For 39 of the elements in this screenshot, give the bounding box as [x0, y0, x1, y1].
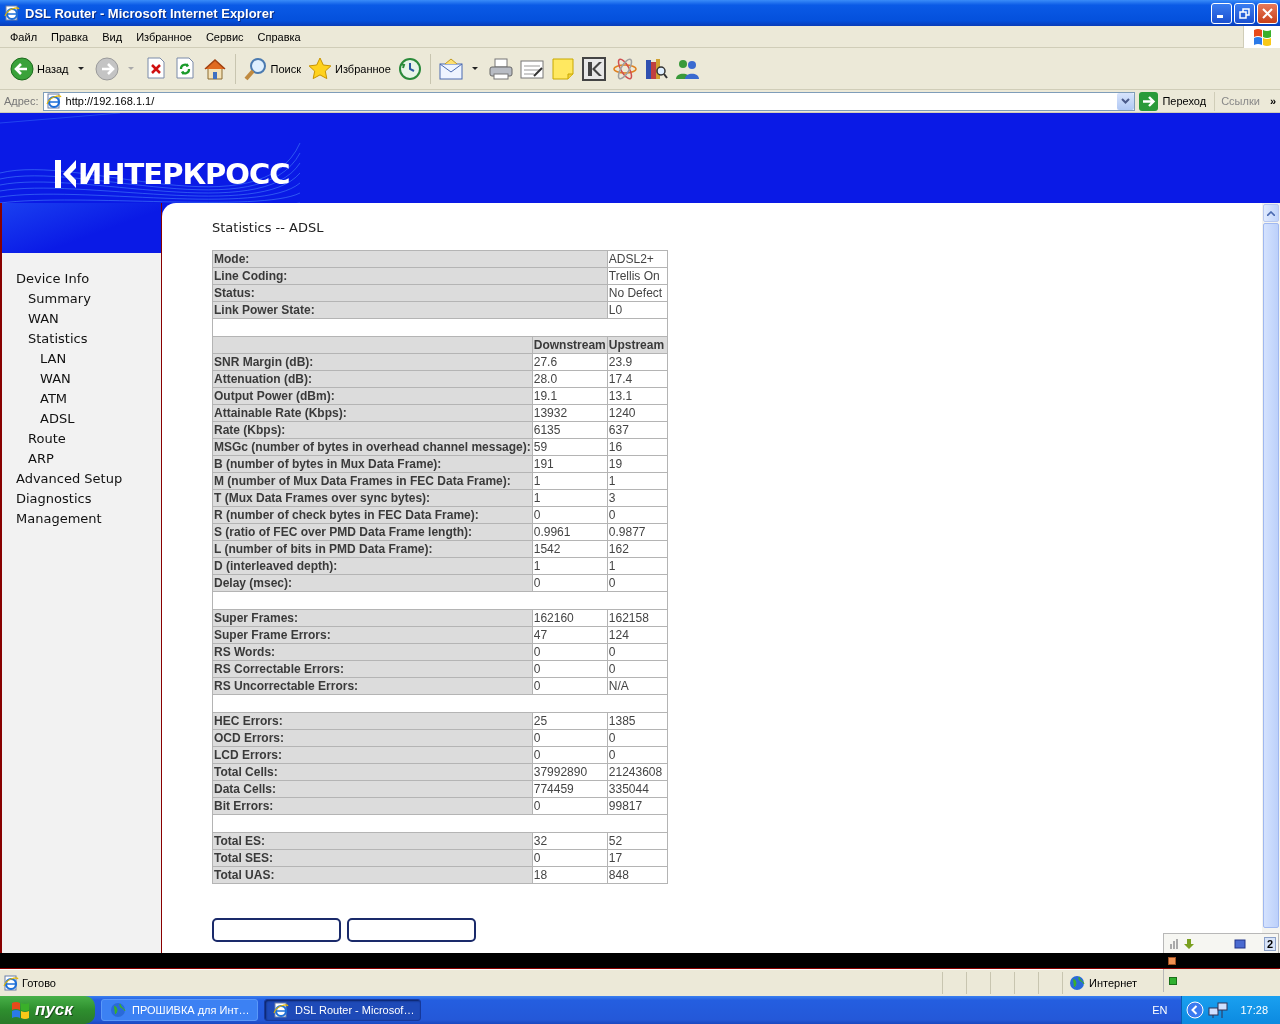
nav-link[interactable]: Diagnostics [16, 489, 92, 509]
address-field[interactable]: http://192.168.1.1/ [42, 91, 1136, 111]
search-button[interactable]: Поиск [241, 54, 303, 83]
logo-text: ИНТЕРКРОСС [78, 157, 290, 191]
menu-item[interactable]: Справка [250, 28, 308, 45]
nav-link[interactable]: Advanced Setup [16, 469, 123, 489]
status-text: Готово [22, 977, 57, 989]
nav-link[interactable]: WAN [28, 309, 59, 329]
nav-link[interactable]: Device Info [16, 269, 90, 289]
clock: 17:28 [1240, 1004, 1268, 1016]
zone-label: Интернет [1089, 977, 1137, 989]
nav-link[interactable]: WAN [40, 369, 71, 389]
start-button[interactable]: пуск [0, 996, 95, 1024]
count-badge: 2 [1263, 936, 1276, 951]
taskbar-button[interactable]: DSL Router - Microsof… [264, 999, 421, 1021]
menu-item[interactable]: Вид [95, 28, 130, 45]
back-button[interactable]: Назад [8, 54, 71, 83]
page-title: Statistics -- ADSL [212, 220, 325, 236]
favorites-button[interactable]: Избранное [306, 54, 393, 83]
taskbar-button[interactable]: ПРОШИВКА для Инт… [101, 999, 258, 1021]
nav-link[interactable]: Route [28, 429, 66, 449]
language-indicator[interactable]: EN [1152, 1004, 1168, 1016]
nav-link[interactable]: ARP [28, 449, 54, 469]
nav-link[interactable]: Summary [28, 289, 91, 309]
window-title: DSL Router - Microsoft Internet Explorer [25, 5, 275, 21]
address-label: Адрес: [4, 95, 39, 107]
menu-item[interactable]: Избранное [129, 28, 199, 45]
go-button[interactable]: Переход [1135, 91, 1216, 111]
nav-link[interactable]: ATM [40, 389, 68, 409]
nav-link[interactable]: Statistics [28, 329, 88, 349]
row-label: Mode: [212, 250, 608, 268]
nav-link[interactable]: LAN [40, 349, 67, 369]
value-cell: ADSL2+ [607, 250, 668, 268]
nav-link[interactable]: Management [16, 509, 102, 529]
nav-link[interactable]: ADSL [40, 409, 75, 429]
more-button[interactable]: » [1265, 95, 1280, 107]
menu-item[interactable]: Правка [44, 28, 96, 45]
menu-item[interactable]: Сервис [198, 28, 251, 45]
menu-item[interactable]: Файл [3, 28, 45, 45]
